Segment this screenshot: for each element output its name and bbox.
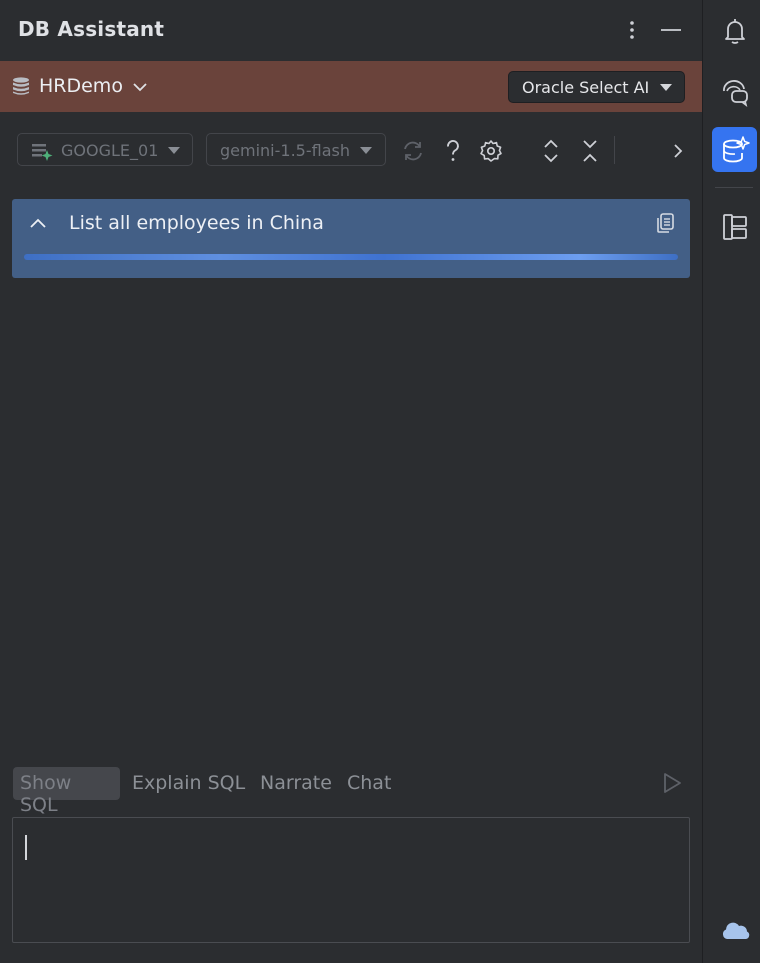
expand-all-icon[interactable] bbox=[538, 138, 564, 164]
prompt-input[interactable] bbox=[12, 817, 690, 943]
ai-chat-button[interactable] bbox=[712, 69, 757, 114]
refresh-icon[interactable] bbox=[400, 138, 426, 164]
model-select[interactable]: gemini-1.5-flash bbox=[206, 133, 386, 166]
run-icon[interactable] bbox=[660, 771, 684, 795]
query-card[interactable]: List all employees in China bbox=[12, 199, 690, 278]
caret-down-icon bbox=[360, 147, 372, 154]
ai-provider-icon bbox=[32, 144, 53, 161]
caret-down-icon bbox=[660, 84, 672, 91]
tab-show-sql[interactable]: Show SQL bbox=[13, 767, 120, 816]
chat-icon bbox=[723, 80, 748, 107]
provider-select[interactable]: GOOGLE_01 bbox=[17, 133, 193, 166]
title-bar: DB Assistant bbox=[0, 0, 702, 60]
help-icon[interactable] bbox=[440, 138, 466, 164]
db-assistant-panel: DB Assistant HRDemo Oracle Select AI GOO… bbox=[0, 0, 702, 963]
ai-mode-label: Oracle Select AI bbox=[522, 78, 650, 97]
mode-tabs: Show SQL Explain SQL Narrate Chat bbox=[12, 767, 692, 816]
cloud-icon bbox=[722, 922, 750, 939]
connection-bar: HRDemo Oracle Select AI bbox=[0, 61, 702, 112]
tab-narrate[interactable]: Narrate bbox=[253, 767, 339, 800]
ai-mode-select[interactable]: Oracle Select AI bbox=[508, 71, 685, 103]
copy-icon[interactable] bbox=[654, 212, 676, 234]
more-options-icon[interactable] bbox=[620, 18, 644, 42]
db-ai-icon bbox=[723, 136, 750, 163]
connection-name[interactable]: HRDemo bbox=[39, 75, 123, 97]
rail-separator bbox=[715, 187, 753, 188]
notifications-button[interactable] bbox=[712, 8, 757, 53]
minimize-icon[interactable] bbox=[658, 18, 684, 42]
progress-bar bbox=[24, 254, 678, 260]
structure-icon bbox=[723, 214, 747, 240]
structure-button[interactable] bbox=[712, 204, 757, 249]
settings-icon[interactable] bbox=[478, 138, 504, 164]
query-title: List all employees in China bbox=[69, 212, 324, 234]
chevron-up-icon[interactable] bbox=[28, 214, 48, 234]
provider-value: GOOGLE_01 bbox=[61, 141, 159, 160]
assistant-toolbar: GOOGLE_01 gemini-1.5-flash bbox=[0, 128, 702, 172]
toolbar-separator bbox=[614, 136, 615, 164]
tab-explain-sql[interactable]: Explain SQL bbox=[125, 767, 252, 800]
panel-title: DB Assistant bbox=[18, 17, 165, 41]
database-icon bbox=[13, 77, 29, 95]
chevron-down-icon[interactable] bbox=[131, 78, 149, 96]
collapse-all-icon[interactable] bbox=[577, 138, 603, 164]
cloud-button[interactable] bbox=[712, 911, 757, 956]
caret-down-icon bbox=[168, 147, 180, 154]
model-value: gemini-1.5-flash bbox=[220, 141, 350, 160]
text-cursor bbox=[25, 835, 27, 860]
tool-window-rail bbox=[702, 0, 760, 963]
db-assistant-button[interactable] bbox=[712, 127, 757, 172]
chevron-right-icon[interactable] bbox=[665, 138, 691, 164]
bell-icon bbox=[725, 19, 745, 44]
tab-chat[interactable]: Chat bbox=[340, 767, 398, 800]
